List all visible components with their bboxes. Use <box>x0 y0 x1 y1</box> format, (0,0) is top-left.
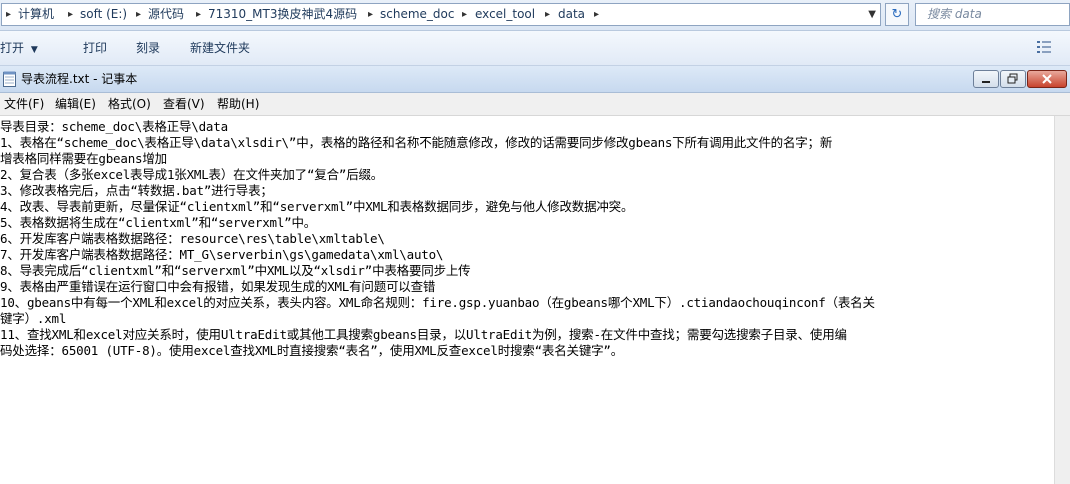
chevron-down-icon: ▼ <box>30 45 38 55</box>
menu-help[interactable]: 帮助(H) <box>217 93 259 115</box>
text-line: 3、修改表格完后，点击“转数据.bat”进行导表； <box>0 183 273 198</box>
chevron-right-icon[interactable]: ▸ <box>196 4 201 25</box>
menu-edit[interactable]: 编辑(E) <box>55 93 96 115</box>
search-input[interactable]: 搜索 data <box>915 3 1070 26</box>
breadcrumb-scheme-doc[interactable]: scheme_doc <box>380 4 454 25</box>
chevron-right-icon[interactable]: ▸ <box>594 4 599 25</box>
text-line: 1、表格在“scheme_doc\表格正导\data\xlsdir\”中，表格的… <box>0 135 833 150</box>
close-button[interactable] <box>1027 70 1067 88</box>
text-line: 导表目录：scheme_doc\表格正导\data <box>0 119 228 134</box>
text-line: 键字）.xml <box>0 311 67 326</box>
maximize-button[interactable] <box>1000 70 1026 88</box>
text-line: 7、开发库客户端表格数据路径：MT_G\serverbin\gs\gamedat… <box>0 247 444 262</box>
notepad-titlebar[interactable]: 导表流程.txt - 记事本 <box>0 66 1070 93</box>
text-line: 5、表格数据将生成在“clientxml”和“serverxml”中。 <box>0 215 317 230</box>
chevron-down-icon[interactable]: ▼ <box>868 4 876 25</box>
chevron-right-icon[interactable]: ▸ <box>545 4 550 25</box>
chevron-right-icon[interactable]: ▸ <box>68 4 73 25</box>
open-label: 打开 <box>0 41 25 55</box>
breadcrumb-project[interactable]: 71310_MT3换皮神武4源码 <box>208 4 357 25</box>
chevron-right-icon[interactable]: ▸ <box>6 4 11 25</box>
refresh-icon: ↻ <box>891 7 903 22</box>
text-line: 9、表格由严重错误在运行窗口中会有报错，如果发现生成的XML有问题可以查错 <box>0 279 436 294</box>
text-line: 8、导表完成后“clientxml”和“serverxml”中XML以及“xls… <box>0 263 471 278</box>
chevron-right-icon[interactable]: ▸ <box>136 4 141 25</box>
address-bar[interactable]: ▸ 计算机 ▸ soft (E:) ▸ 源代码 ▸ 71310_MT3换皮神武4… <box>1 3 881 26</box>
text-line: 10、gbeans中有每一个XML和excel的对应关系，表头内容。XML命名规… <box>0 295 875 310</box>
menu-format[interactable]: 格式(O) <box>108 93 151 115</box>
vertical-scrollbar[interactable] <box>1054 116 1070 484</box>
text-line: 码处选择：65001 (UTF-8)。使用excel查找XML时直接搜索“表名”… <box>0 343 624 358</box>
notepad-icon <box>3 71 16 87</box>
text-line: 2、复合表（多张excel表导成1张XML表）在文件夹加了“复合”后缀。 <box>0 167 384 182</box>
notepad-menubar: 文件(F) 编辑(E) 格式(O) 查看(V) 帮助(H) <box>0 93 1070 116</box>
breadcrumb-drive[interactable]: soft (E:) <box>80 4 127 25</box>
burn-button[interactable]: 刻录 <box>136 31 160 65</box>
view-options-icon[interactable] <box>1037 40 1053 54</box>
text-line: 增表格同样需要在gbeans增加 <box>0 151 167 166</box>
breadcrumb-computer[interactable]: 计算机 <box>18 4 54 25</box>
refresh-button[interactable]: ↻ <box>885 3 909 26</box>
breadcrumb-excel-tool[interactable]: excel_tool <box>475 4 535 25</box>
text-editor[interactable]: 导表目录：scheme_doc\表格正导\data 1、表格在“scheme_d… <box>0 116 1054 484</box>
minimize-icon <box>982 81 990 83</box>
breadcrumb-source[interactable]: 源代码 <box>148 4 184 25</box>
menu-file[interactable]: 文件(F) <box>4 93 44 115</box>
search-placeholder: 搜索 data <box>927 7 982 21</box>
print-button[interactable]: 打印 <box>83 31 107 65</box>
restore-icon <box>1007 73 1018 84</box>
text-line: 6、开发库客户端表格数据路径：resource\res\table\xmltab… <box>0 231 385 246</box>
menu-view[interactable]: 查看(V) <box>163 93 205 115</box>
text-line: 11、查找XML和excel对应关系时，使用UltraEdit或其他工具搜索gb… <box>0 327 847 342</box>
open-button[interactable]: 打开 ▼ <box>0 31 38 65</box>
window-title: 导表流程.txt - 记事本 <box>21 72 138 86</box>
explorer-toolbar: 打开 ▼ 打印 刻录 新建文件夹 <box>0 31 1070 66</box>
explorer-address-area: ▸ 计算机 ▸ soft (E:) ▸ 源代码 ▸ 71310_MT3换皮神武4… <box>0 0 1070 31</box>
breadcrumb-data[interactable]: data <box>558 4 585 25</box>
close-icon <box>1042 74 1052 84</box>
new-folder-button[interactable]: 新建文件夹 <box>190 31 250 65</box>
minimize-button[interactable] <box>973 70 999 88</box>
chevron-right-icon[interactable]: ▸ <box>462 4 467 25</box>
text-line: 4、改表、导表前更新，尽量保证“clientxml”和“serverxml”中X… <box>0 199 634 214</box>
chevron-right-icon[interactable]: ▸ <box>368 4 373 25</box>
